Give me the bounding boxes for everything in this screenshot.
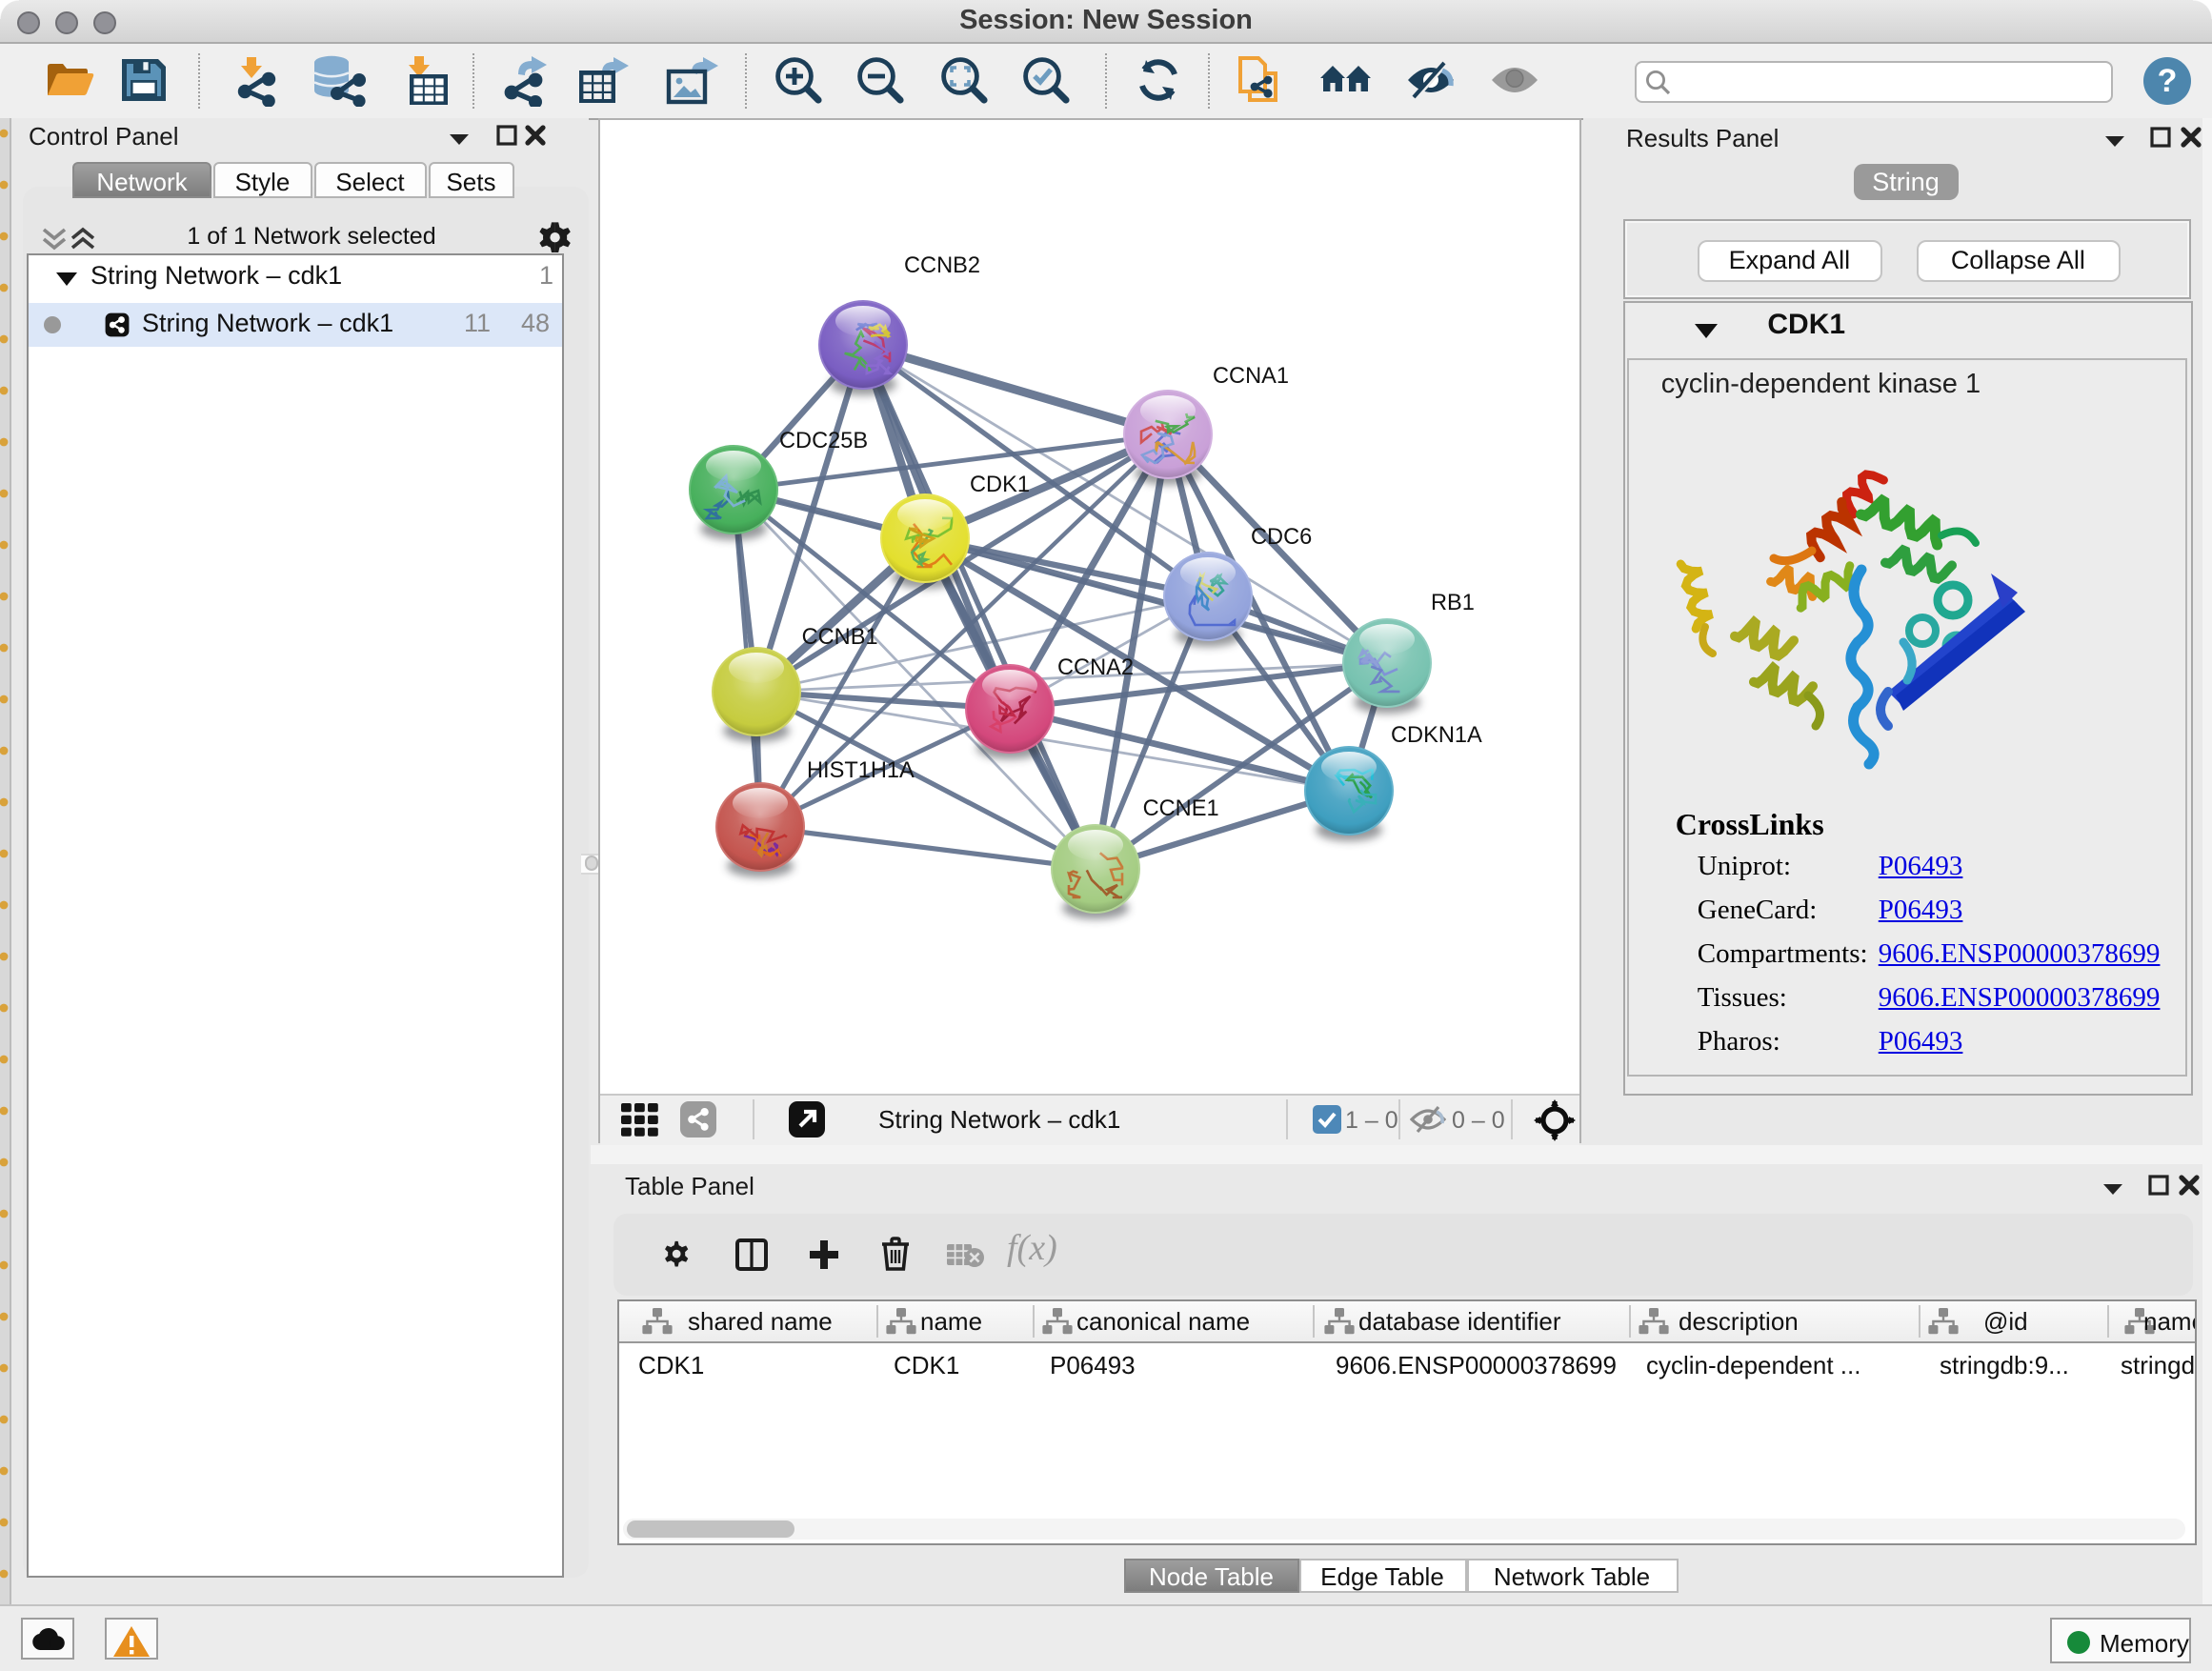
svg-text:CCNB1: CCNB1 — [802, 625, 878, 650]
svg-text:HIST1H1A: HIST1H1A — [807, 758, 915, 783]
svg-text:CCNB2: CCNB2 — [904, 253, 980, 278]
svg-text:CCNA1: CCNA1 — [1213, 364, 1289, 389]
svg-text:CDC6: CDC6 — [1251, 525, 1312, 550]
svg-text:CDK1: CDK1 — [970, 473, 1030, 497]
svg-text:CCNE1: CCNE1 — [1143, 796, 1219, 821]
svg-text:CDC25B: CDC25B — [779, 429, 868, 453]
svg-text:RB1: RB1 — [1431, 591, 1475, 615]
svg-text:CDKN1A: CDKN1A — [1391, 723, 1482, 748]
svg-text:CCNA2: CCNA2 — [1057, 655, 1134, 680]
